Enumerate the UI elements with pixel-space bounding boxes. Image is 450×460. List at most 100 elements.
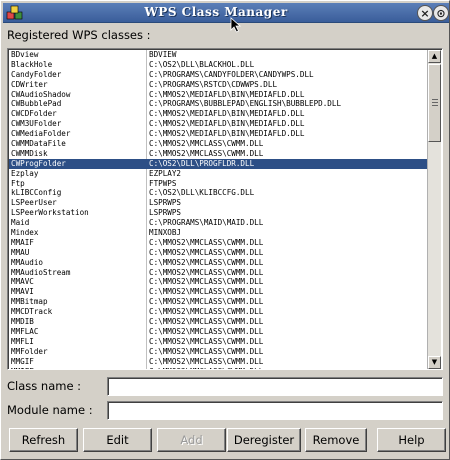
class-name-cell: MMAVC — [11, 277, 34, 287]
class-name-cell: Maid — [11, 218, 30, 228]
list-item[interactable]: CWProgFolder C:\OS2\DLL\PROGFLDR.DLL — [9, 158, 428, 169]
scroll-thumb[interactable] — [428, 64, 441, 142]
module-cell: C:\MMOS2\MMCLASS\CWMM.DLL — [149, 297, 264, 307]
module-cell: C:\MMOS2\MMCLASS\CWMM.DLL — [149, 336, 264, 346]
class-name-field[interactable] — [107, 377, 443, 396]
list-item[interactable]: MMAVC C:\MMOS2\MMCLASS\CWMM.DLL — [9, 277, 428, 287]
list-item[interactable]: MMFLAC C:\MMOS2\MMCLASS\CWMM.DLL — [9, 327, 428, 337]
list-item[interactable]: CWCDFolder C:\MMOS2\MEDIAFLD\BIN\MEDIAFLD… — [9, 109, 428, 119]
module-cell: MINXOBJ — [149, 228, 182, 238]
wps-cubes-icon[interactable] — [6, 5, 24, 21]
help-button[interactable]: Help — [377, 428, 446, 452]
list-item[interactable]: MMAVI C:\MMOS2\MMCLASS\CWMM.DLL — [9, 287, 428, 297]
module-cell: C:\PROGRAMS\BUBBLEPAD\ENGLISH\BUBBLEPD.D… — [149, 99, 342, 109]
title-bar[interactable]: WPS Class Manager × ⊙ — [3, 3, 449, 23]
module-cell: C:\MMOS2\MEDIAFLD\BIN\MEDIAFLD.DLL — [149, 129, 305, 139]
module-cell: C:\PROGRAMS\RSTCD\CDWWPS.DLL — [149, 79, 278, 89]
class-name-cell: MMAU — [11, 247, 30, 257]
module-cell: C:\MMOS2\MMCLASS\CWMM.DLL — [149, 247, 264, 257]
class-name-cell: MMAudio — [11, 257, 44, 267]
list-item[interactable]: MMAIF C:\MMOS2\MMCLASS\CWMM.DLL — [9, 238, 428, 248]
module-cell: C:\MMOS2\MMCLASS\CWMM.DLL — [149, 346, 264, 356]
list-item[interactable]: MMGIF C:\MMOS2\MMCLASS\CWMM.DLL — [9, 357, 428, 367]
registered-classes-label: Registered WPS classes : — [7, 28, 151, 42]
list-item[interactable]: CDWriter C:\PROGRAMS\RSTCD\CDWWPS.DLL — [9, 80, 428, 90]
list-item[interactable]: MMCDTrack C:\MMOS2\MMCLASS\CWMM.DLL — [9, 307, 428, 317]
list-item[interactable]: BlackHole C:\OS2\DLL\BLACKHOL.DLL — [9, 60, 428, 70]
list-item[interactable]: CandyFolder C:\PROGRAMS\CANDYFOLDER\CANDY… — [9, 70, 428, 80]
class-name-label: Class name : — [7, 379, 82, 393]
list-item[interactable]: Ftp FTPWPS — [9, 179, 428, 189]
module-cell: C:\MMOS2\MMCLASS\CWMM.DLL — [149, 287, 264, 297]
list-item[interactable]: LSPeerUser LSPRWPS — [9, 198, 428, 208]
remove-button[interactable]: Remove — [305, 428, 367, 452]
list-item[interactable]: MMAudioStream C:\MMOS2\MMCLASS\CWMM.DLL — [9, 268, 428, 278]
close-icon[interactable]: × — [417, 5, 433, 21]
module-cell: C:\MMOS2\MMCLASS\CWMM.DLL — [149, 277, 264, 287]
class-name-cell: CWCDFolder — [11, 109, 57, 119]
list-item[interactable]: CWMediaFolder C:\MMOS2\MEDIAFLD\BIN\MEDIA… — [9, 129, 428, 139]
list-item[interactable]: MMIFFC:\MMOS2\MMCLASS\CWMM.DLL — [9, 367, 428, 370]
class-name-cell: Mindex — [11, 228, 39, 238]
scroll-down-arrow-icon[interactable]: ▼ — [428, 356, 441, 369]
list-item[interactable]: MMDIB C:\MMOS2\MMCLASS\CWMM.DLL — [9, 317, 428, 327]
button-row: Refresh Edit Add Deregister Remove Help — [7, 428, 447, 452]
module-cell: C:\MMOS2\MEDIAFLD\BIN\MEDIAFLD.DLL — [149, 119, 305, 129]
module-cell: C:\MMOS2\MEDIAFLD\BIN\MEDIAFLD.DLL — [149, 109, 305, 119]
list-item[interactable]: MMAU C:\MMOS2\MMCLASS\CWMM.DLL — [9, 248, 428, 258]
list-item[interactable]: Mindex MINXOBJ — [9, 228, 428, 238]
module-cell: C:\PROGRAMS\CANDYFOLDER\CANDYWPS.DLL — [149, 69, 314, 79]
class-name-cell: kLIBCConfig — [11, 188, 62, 198]
maximize-icon[interactable]: ⊙ — [433, 5, 449, 21]
list-item[interactable]: MMFLI C:\MMOS2\MMCLASS\CWMM.DLL — [9, 337, 428, 347]
module-cell: C:\MMOS2\MMCLASS\CWMM.DLL — [149, 148, 264, 158]
list-item[interactable]: Maid C:\PROGRAMS\MAID\MAID.DLL — [9, 218, 428, 228]
class-name-cell: CWM3UFolder — [11, 119, 62, 129]
module-cell: C:\MMOS2\MMCLASS\CWMM.DLL — [149, 367, 427, 370]
refresh-button[interactable]: Refresh — [9, 428, 78, 452]
list-item[interactable]: CWAudioShadow C:\MMOS2\MEDIAFLD\BIN\MEDIA… — [9, 90, 428, 100]
list-item[interactable]: MMAudio C:\MMOS2\MMCLASS\CWMM.DLL — [9, 258, 428, 268]
class-name-cell: LSPeerWorkstation — [11, 208, 89, 218]
list-item[interactable]: MMFolder C:\MMOS2\MMCLASS\CWMM.DLL — [9, 347, 428, 357]
list-item[interactable]: Ezplay EZPLAY2 — [9, 169, 428, 179]
class-name-cell: CandyFolder — [11, 69, 62, 79]
class-name-cell: Ezplay — [11, 168, 39, 178]
thumb-grip — [432, 99, 438, 100]
class-name-cell: MMAIF — [11, 237, 34, 247]
class-name-cell: MMGIF — [11, 356, 34, 366]
module-name-field[interactable] — [107, 401, 443, 420]
thumb-grip — [432, 102, 438, 103]
list-item[interactable]: CWMMDisk C:\MMOS2\MMCLASS\CWMM.DLL — [9, 149, 428, 159]
class-name-cell: MMBitmap — [11, 297, 48, 307]
add-button[interactable]: Add — [157, 428, 226, 452]
module-cell: EZPLAY2 — [149, 168, 182, 178]
class-name-cell: Ftp — [11, 178, 25, 188]
list-item[interactable]: MMBitmap C:\MMOS2\MMCLASS\CWMM.DLL — [9, 297, 428, 307]
vertical-scrollbar[interactable]: ▲ ▼ — [427, 50, 441, 369]
classes-listbox[interactable]: BDview BDVIEW BlackHole C:\OS2\DLL\BLACKHOL… — [7, 48, 443, 370]
class-name-cell: CDWriter — [11, 79, 48, 89]
list-item[interactable]: CWM3UFolder C:\MMOS2\MEDIAFLD\BIN\MEDIAFL… — [9, 119, 428, 129]
classes-list[interactable]: BDview BDVIEW BlackHole C:\OS2\DLL\BLACKHOL… — [9, 50, 428, 369]
list-item[interactable]: BDview BDVIEW — [9, 50, 428, 60]
module-cell: C:\MMOS2\MMCLASS\CWMM.DLL — [149, 139, 264, 149]
class-name-cell: BDview — [11, 50, 39, 59]
module-cell: C:\MMOS2\MEDIAFLD\BIN\MEDIAFLD.DLL — [149, 89, 305, 99]
class-name-cell: BlackHole — [11, 59, 53, 69]
module-cell: C:\MMOS2\MMCLASS\CWMM.DLL — [149, 317, 264, 327]
class-name-cell: MMAudioStream — [11, 267, 71, 277]
class-name-cell: LSPeerUser — [11, 198, 57, 208]
list-item[interactable]: CWMMDataFile C:\MMOS2\MMCLASS\CWMM.DLL — [9, 139, 428, 149]
list-item[interactable]: CWBubblePad C:\PROGRAMS\BUBBLEPAD\ENGLISH… — [9, 99, 428, 109]
deregister-button[interactable]: Deregister — [227, 428, 301, 452]
list-item[interactable]: LSPeerWorkstation LSPRWPS — [9, 208, 428, 218]
module-name-label: Module name : — [7, 403, 93, 417]
class-name-cell: CWBubblePad — [11, 99, 62, 109]
edit-button[interactable]: Edit — [83, 428, 152, 452]
class-name-cell: MMCDTrack — [11, 307, 53, 317]
class-name-cell: CWMediaFolder — [11, 129, 71, 139]
module-cell: C:\OS2\DLL\BLACKHOL.DLL — [149, 59, 255, 69]
scroll-up-arrow-icon[interactable]: ▲ — [428, 50, 441, 63]
list-item[interactable]: kLIBCConfig C:\OS2\DLL\KLIBCCFG.DLL — [9, 188, 428, 198]
